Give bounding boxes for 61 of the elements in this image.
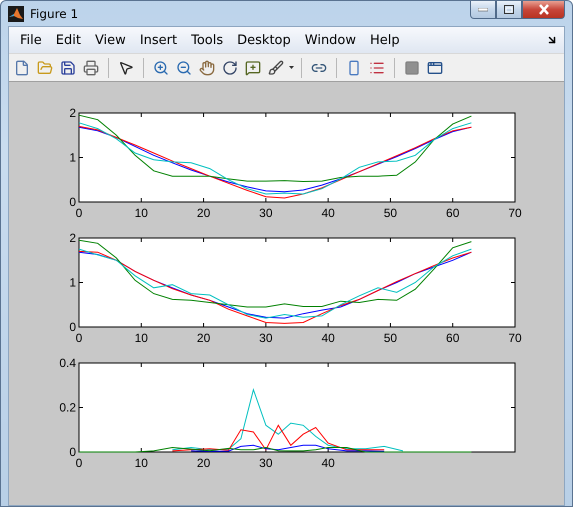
zoom-in-icon[interactable] (153, 60, 169, 76)
save-icon[interactable] (60, 60, 76, 76)
menu-item[interactable]: Help (363, 32, 407, 48)
tick-label: 20 (196, 206, 210, 220)
tick-label: 30 (259, 331, 273, 345)
menu-item[interactable]: Edit (48, 32, 88, 48)
tick-label: 60 (446, 331, 460, 345)
tick-label: 20 (196, 331, 210, 345)
tick-label: 50 (384, 331, 398, 345)
menu-item[interactable]: File (13, 32, 49, 48)
tick-label: 1 (69, 150, 76, 164)
tick-label: 70 (508, 331, 522, 345)
tick-label: 10 (134, 206, 148, 220)
brush-icon[interactable] (268, 60, 284, 76)
menu-item[interactable]: Insert (132, 32, 184, 48)
tick-label: 2 (69, 231, 76, 245)
tick-label: 10 (134, 456, 148, 470)
tick-label: 10 (134, 331, 148, 345)
menu-item[interactable]: View (88, 32, 133, 48)
close-icon (538, 4, 550, 15)
tick-label: 40 (321, 206, 335, 220)
rotate-icon[interactable] (222, 60, 238, 76)
zoom-out-icon[interactable] (176, 60, 192, 76)
legend-icon[interactable] (369, 60, 385, 76)
tick-label: 0 (69, 445, 76, 459)
maximize-icon (504, 5, 514, 14)
tick-label: 0 (76, 331, 82, 345)
data-cursor-icon[interactable] (245, 60, 261, 76)
caret-icon[interactable] (289, 66, 294, 69)
menu-item[interactable]: Desktop (230, 32, 298, 48)
hand-icon[interactable] (199, 60, 215, 76)
dock-arrow-icon[interactable] (546, 34, 558, 46)
tick-label: 50 (384, 206, 398, 220)
minimize-icon (478, 8, 488, 12)
tick-label: 40 (321, 456, 335, 470)
tick-label: 30 (259, 456, 273, 470)
tick-label: 30 (259, 206, 273, 220)
tick-label: 1 (69, 276, 76, 290)
app-logo-icon (8, 6, 24, 22)
tick-label: 0 (76, 456, 82, 470)
new-file-icon[interactable] (14, 60, 30, 76)
tick-label: 0.4 (59, 356, 76, 370)
window-title: Figure 1 (30, 6, 78, 20)
square-icon[interactable] (404, 60, 420, 76)
tick-label: 2 (69, 106, 76, 120)
close-button[interactable] (522, 1, 565, 19)
tick-label: 20 (196, 456, 210, 470)
tick-label: 0 (76, 206, 82, 220)
pointer-icon[interactable] (118, 60, 134, 76)
printer-icon[interactable] (83, 60, 99, 76)
maximize-button[interactable] (496, 1, 522, 19)
tick-label: 40 (321, 331, 335, 345)
tick-label: 70 (508, 206, 522, 220)
minimize-button[interactable] (470, 1, 496, 19)
tick-label: 0 (69, 320, 76, 334)
tick-label: 60 (446, 206, 460, 220)
tick-label: 0 (69, 195, 76, 209)
menu-item[interactable]: Tools (184, 32, 230, 48)
menu-item[interactable]: Window (298, 32, 364, 48)
window-icon[interactable] (427, 60, 443, 76)
tick-label: 0.2 (59, 400, 76, 414)
